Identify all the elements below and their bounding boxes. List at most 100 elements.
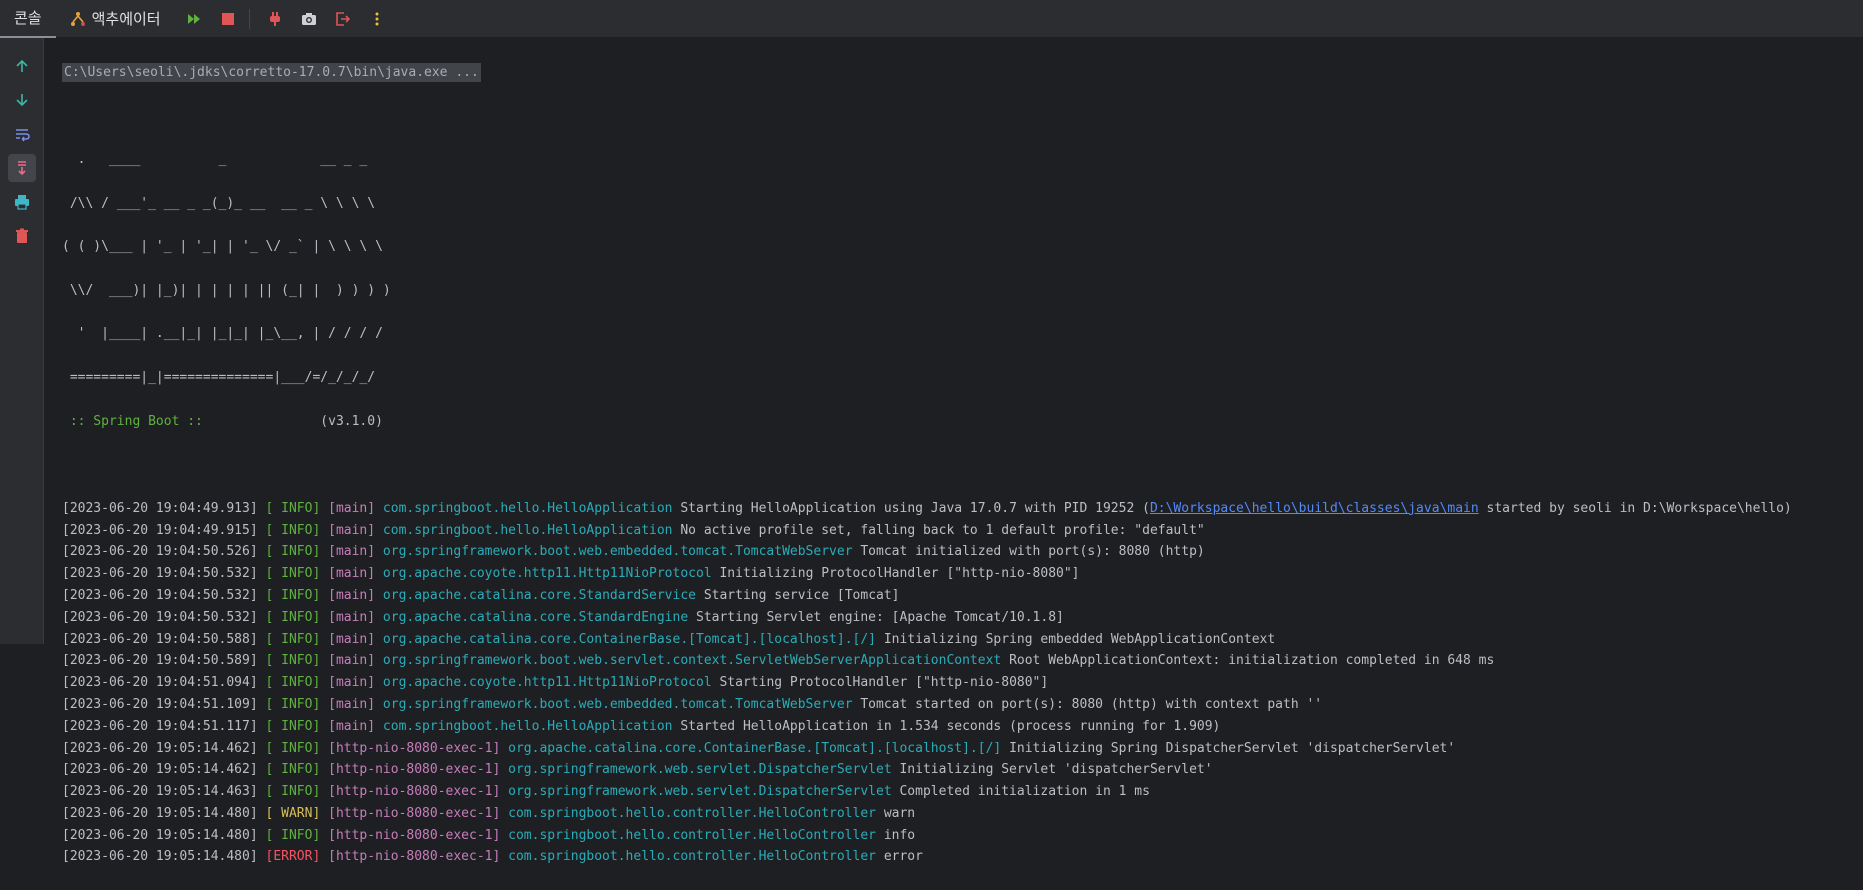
- log-level: [ INFO]: [266, 501, 321, 516]
- log-thread: [main]: [328, 523, 375, 538]
- arrow-up-icon[interactable]: [8, 52, 36, 80]
- log-level: [ WARN]: [266, 806, 321, 821]
- log-message: Initializing Spring DispatcherServlet 'd…: [1009, 741, 1455, 756]
- log-logger: org.springframework.web.servlet.Dispatch…: [508, 762, 892, 777]
- log-timestamp: [2023-06-20 19:05:14.480]: [62, 849, 258, 864]
- plug-icon[interactable]: [260, 4, 290, 34]
- log-line: [2023-06-20 19:04:51.117] [ INFO] [main]…: [62, 716, 1863, 738]
- java-command: C:\Users\seoli\.jdks\corretto-17.0.7\bin…: [62, 63, 481, 82]
- banner-text: ( ( )\___ | '_ | '_| | '_ \/ _` | \ \ \ …: [62, 239, 383, 254]
- log-thread: [main]: [328, 675, 375, 690]
- log-message: Root WebApplicationContext: initializati…: [1009, 653, 1494, 668]
- log-timestamp: [2023-06-20 19:04:50.532]: [62, 566, 258, 581]
- log-message: error: [884, 849, 923, 864]
- tab-actuator[interactable]: 액추에이터: [56, 0, 175, 38]
- log-level: [ INFO]: [266, 523, 321, 538]
- log-logger: org.springframework.boot.web.servlet.con…: [383, 653, 1001, 668]
- log-message: Starting ProtocolHandler ["http-nio-8080…: [719, 675, 1048, 690]
- log-level: [ INFO]: [266, 828, 321, 843]
- log-message-tail: started by seoli in D:\Workspace\hello): [1479, 501, 1792, 516]
- rerun-icon[interactable]: [179, 4, 209, 34]
- log-timestamp: [2023-06-20 19:04:50.589]: [62, 653, 258, 668]
- log-message: Starting service [Tomcat]: [704, 588, 900, 603]
- log-line: [2023-06-20 19:05:14.462] [ INFO] [http-…: [62, 759, 1863, 781]
- console-output[interactable]: C:\Users\seoli\.jdks\corretto-17.0.7\bin…: [62, 40, 1863, 644]
- log-timestamp: [2023-06-20 19:04:51.109]: [62, 697, 258, 712]
- camera-icon[interactable]: [294, 4, 324, 34]
- log-message: info: [884, 828, 915, 843]
- log-line: [2023-06-20 19:04:50.532] [ INFO] [main]…: [62, 563, 1863, 585]
- log-message: Starting Servlet engine: [Apache Tomcat/…: [696, 610, 1064, 625]
- log-timestamp: [2023-06-20 19:04:51.094]: [62, 675, 258, 690]
- log-message: Initializing Spring embedded WebApplicat…: [884, 632, 1275, 647]
- log-path-link[interactable]: D:\Workspace\hello\build\classes\java\ma…: [1150, 501, 1479, 516]
- log-logger: org.apache.catalina.core.StandardEngine: [383, 610, 688, 625]
- spring-boot-label: :: Spring Boot ::: [62, 414, 211, 429]
- command-line: C:\Users\seoli\.jdks\corretto-17.0.7\bin…: [62, 62, 1863, 84]
- log-timestamp: [2023-06-20 19:05:14.462]: [62, 741, 258, 756]
- log-logger: com.springboot.hello.controller.HelloCon…: [508, 849, 876, 864]
- log-logger: org.apache.coyote.http11.Http11NioProtoc…: [383, 675, 712, 690]
- log-message: Tomcat initialized with port(s): 8080 (h…: [860, 544, 1204, 559]
- log-level: [ INFO]: [266, 697, 321, 712]
- scroll-to-end-icon[interactable]: [8, 154, 36, 182]
- log-logger: org.apache.catalina.core.ContainerBase.[…: [383, 632, 876, 647]
- log-level: [ INFO]: [266, 741, 321, 756]
- stop-icon[interactable]: [213, 4, 243, 34]
- log-logger: com.springboot.hello.HelloApplication: [383, 523, 673, 538]
- console-toolbar: 콘솔 액추에이터: [0, 0, 1863, 38]
- log-logger: com.springboot.hello.HelloApplication: [383, 501, 673, 516]
- log-line: [2023-06-20 19:04:51.109] [ INFO] [main]…: [62, 694, 1863, 716]
- log-line: [2023-06-20 19:04:50.589] [ INFO] [main]…: [62, 650, 1863, 672]
- log-thread: [main]: [328, 544, 375, 559]
- banner-text: /\\ / ___'_ __ _ _(_)_ __ __ _ \ \ \ \: [62, 196, 375, 211]
- log-line: [2023-06-20 19:04:49.915] [ INFO] [main]…: [62, 520, 1863, 542]
- actuator-icon: [70, 11, 86, 27]
- log-level: [ INFO]: [266, 762, 321, 777]
- log-line: [2023-06-20 19:05:14.463] [ INFO] [http-…: [62, 781, 1863, 803]
- log-line: [2023-06-20 19:05:14.480] [ WARN] [http-…: [62, 803, 1863, 825]
- log-timestamp: [2023-06-20 19:04:50.532]: [62, 588, 258, 603]
- log-logger: org.apache.coyote.http11.Http11NioProtoc…: [383, 566, 712, 581]
- log-level: [ INFO]: [266, 566, 321, 581]
- log-line: [2023-06-20 19:05:14.462] [ INFO] [http-…: [62, 738, 1863, 760]
- log-timestamp: [2023-06-20 19:05:14.463]: [62, 784, 258, 799]
- log-message: Started HelloApplication in 1.534 second…: [680, 719, 1220, 734]
- log-timestamp: [2023-06-20 19:05:14.462]: [62, 762, 258, 777]
- log-line: [2023-06-20 19:04:49.913] [ INFO] [main]…: [62, 498, 1863, 520]
- log-thread: [http-nio-8080-exec-1]: [328, 784, 500, 799]
- log-thread: [main]: [328, 632, 375, 647]
- log-logger: com.springboot.hello.HelloApplication: [383, 719, 673, 734]
- log-level: [ INFO]: [266, 653, 321, 668]
- log-level: [ERROR]: [266, 849, 321, 864]
- log-level: [ INFO]: [266, 719, 321, 734]
- tab-console[interactable]: 콘솔: [0, 0, 56, 38]
- log-line: [2023-06-20 19:04:50.532] [ INFO] [main]…: [62, 585, 1863, 607]
- log-thread: [main]: [328, 610, 375, 625]
- log-timestamp: [2023-06-20 19:04:49.913]: [62, 501, 258, 516]
- log-timestamp: [2023-06-20 19:05:14.480]: [62, 828, 258, 843]
- log-logger: org.springframework.web.servlet.Dispatch…: [508, 784, 892, 799]
- log-line: [2023-06-20 19:05:14.480] [ INFO] [http-…: [62, 825, 1863, 847]
- blank-line: [62, 454, 1863, 476]
- log-line: [2023-06-20 19:05:14.480] [ERROR] [http-…: [62, 846, 1863, 868]
- log-logger: org.springframework.boot.web.embedded.to…: [383, 697, 853, 712]
- exit-icon[interactable]: [328, 4, 358, 34]
- soft-wrap-icon[interactable]: [8, 120, 36, 148]
- log-message: No active profile set, falling back to 1…: [680, 523, 1204, 538]
- log-message: warn: [884, 806, 915, 821]
- toolbar-divider: [249, 9, 250, 29]
- spring-boot-version: (v3.1.0): [211, 414, 383, 429]
- log-thread: [http-nio-8080-exec-1]: [328, 741, 500, 756]
- log-level: [ INFO]: [266, 632, 321, 647]
- arrow-down-icon[interactable]: [8, 86, 36, 114]
- banner-text: . ____ _ __ _ _: [62, 152, 367, 167]
- log-logger: org.springframework.boot.web.embedded.to…: [383, 544, 853, 559]
- log-thread: [http-nio-8080-exec-1]: [328, 828, 500, 843]
- trash-icon[interactable]: [8, 222, 36, 250]
- print-icon[interactable]: [8, 188, 36, 216]
- tab-console-label: 콘솔: [14, 7, 42, 28]
- more-icon[interactable]: [362, 4, 392, 34]
- log-message: Initializing ProtocolHandler ["http-nio-…: [719, 566, 1079, 581]
- log-line: [2023-06-20 19:04:50.532] [ INFO] [main]…: [62, 607, 1863, 629]
